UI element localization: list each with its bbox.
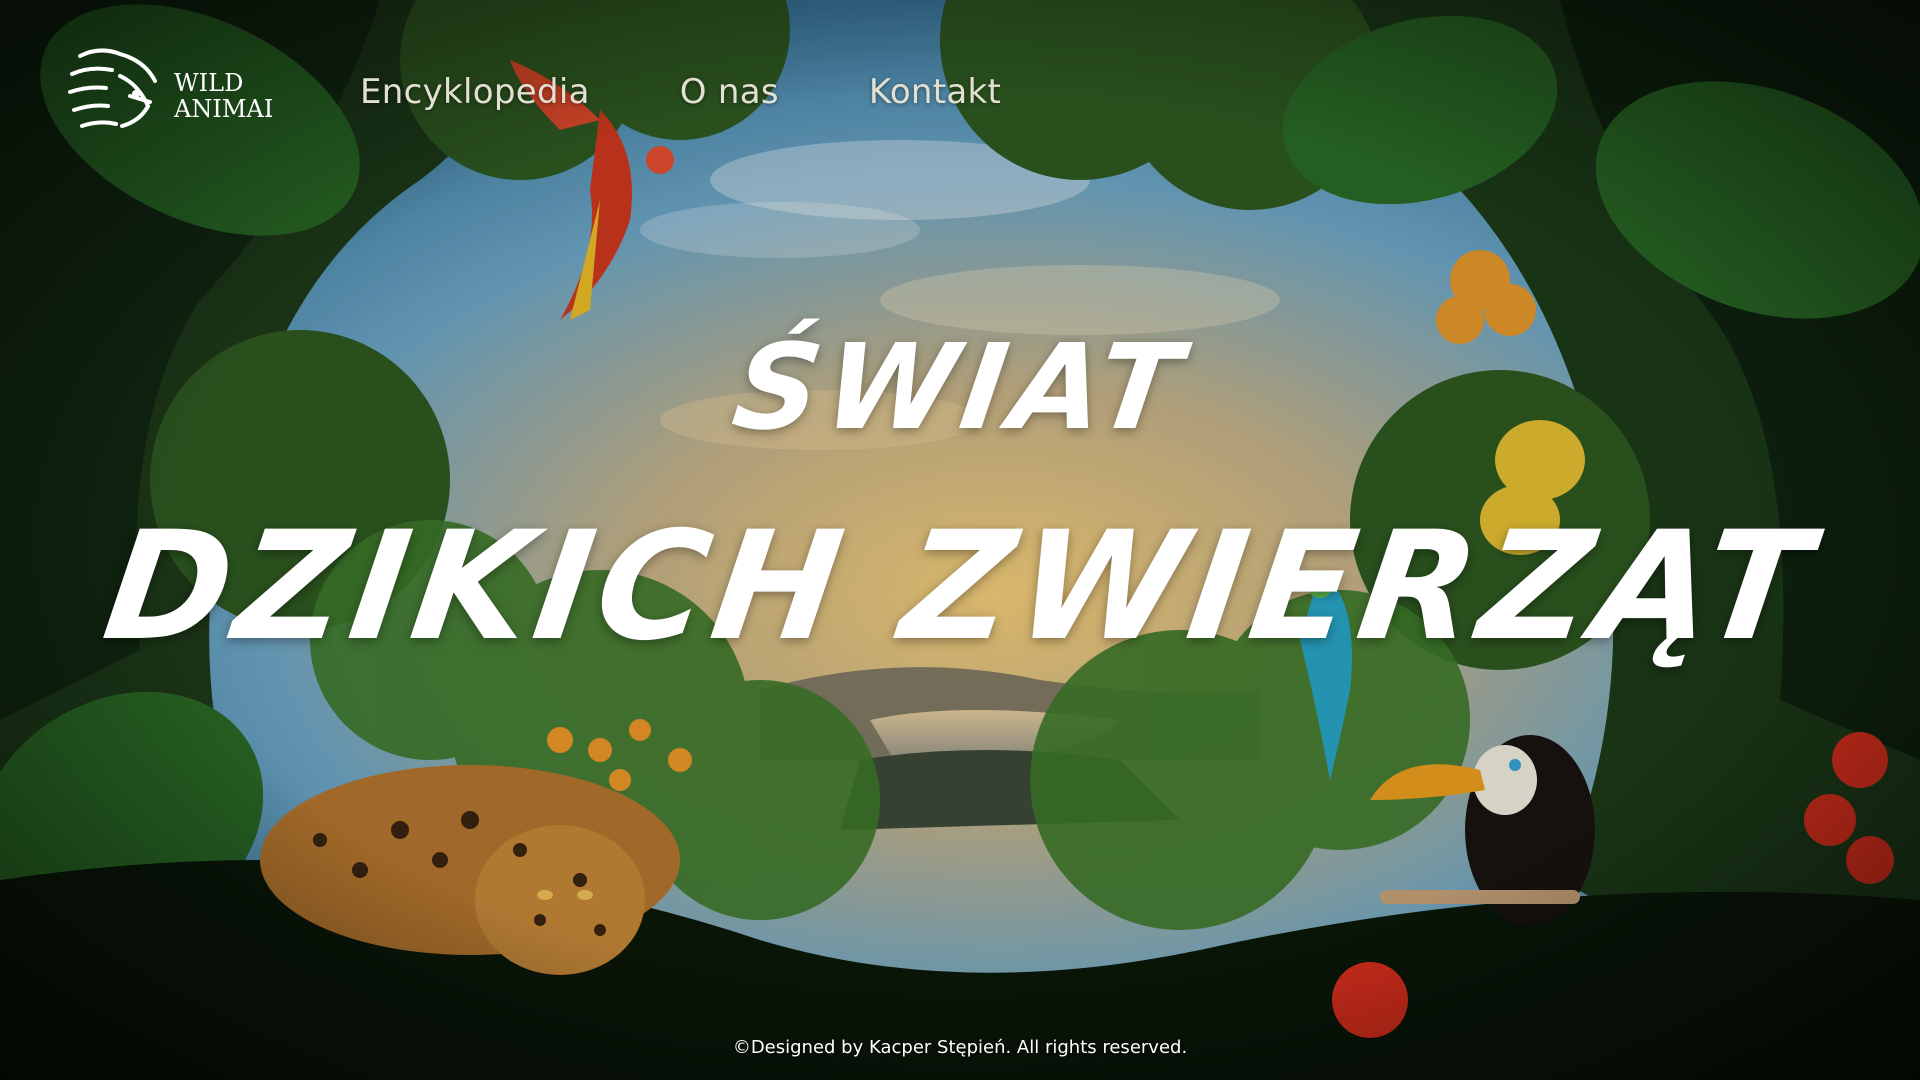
hero-title-line-2: DZIKICH ZWIERZĄT (94, 500, 1826, 674)
footer-credits: ©Designed by Kacper Stępień. All rights … (732, 1037, 1188, 1058)
brand-logo[interactable]: WILD ANIMAL (0, 0, 280, 150)
brand-line-2: ANIMAL (174, 95, 272, 122)
brand-wordmark: WILD ANIMAL (174, 70, 272, 122)
top-navigation: WILD ANIMAL Encyklopedia O nas Kontakt (0, 0, 1920, 200)
hero-title-line-1: ŚWIAT (725, 318, 1195, 456)
nav-link-encyclopedia[interactable]: Encyklopedia (360, 72, 590, 112)
nav-link-contact[interactable]: Kontakt (869, 72, 1001, 112)
nav-link-about[interactable]: O nas (680, 72, 779, 112)
lion-icon (68, 48, 157, 128)
main-menu: Encyklopedia O nas Kontakt (360, 72, 1091, 112)
brand-line-1: WILD (174, 70, 244, 97)
